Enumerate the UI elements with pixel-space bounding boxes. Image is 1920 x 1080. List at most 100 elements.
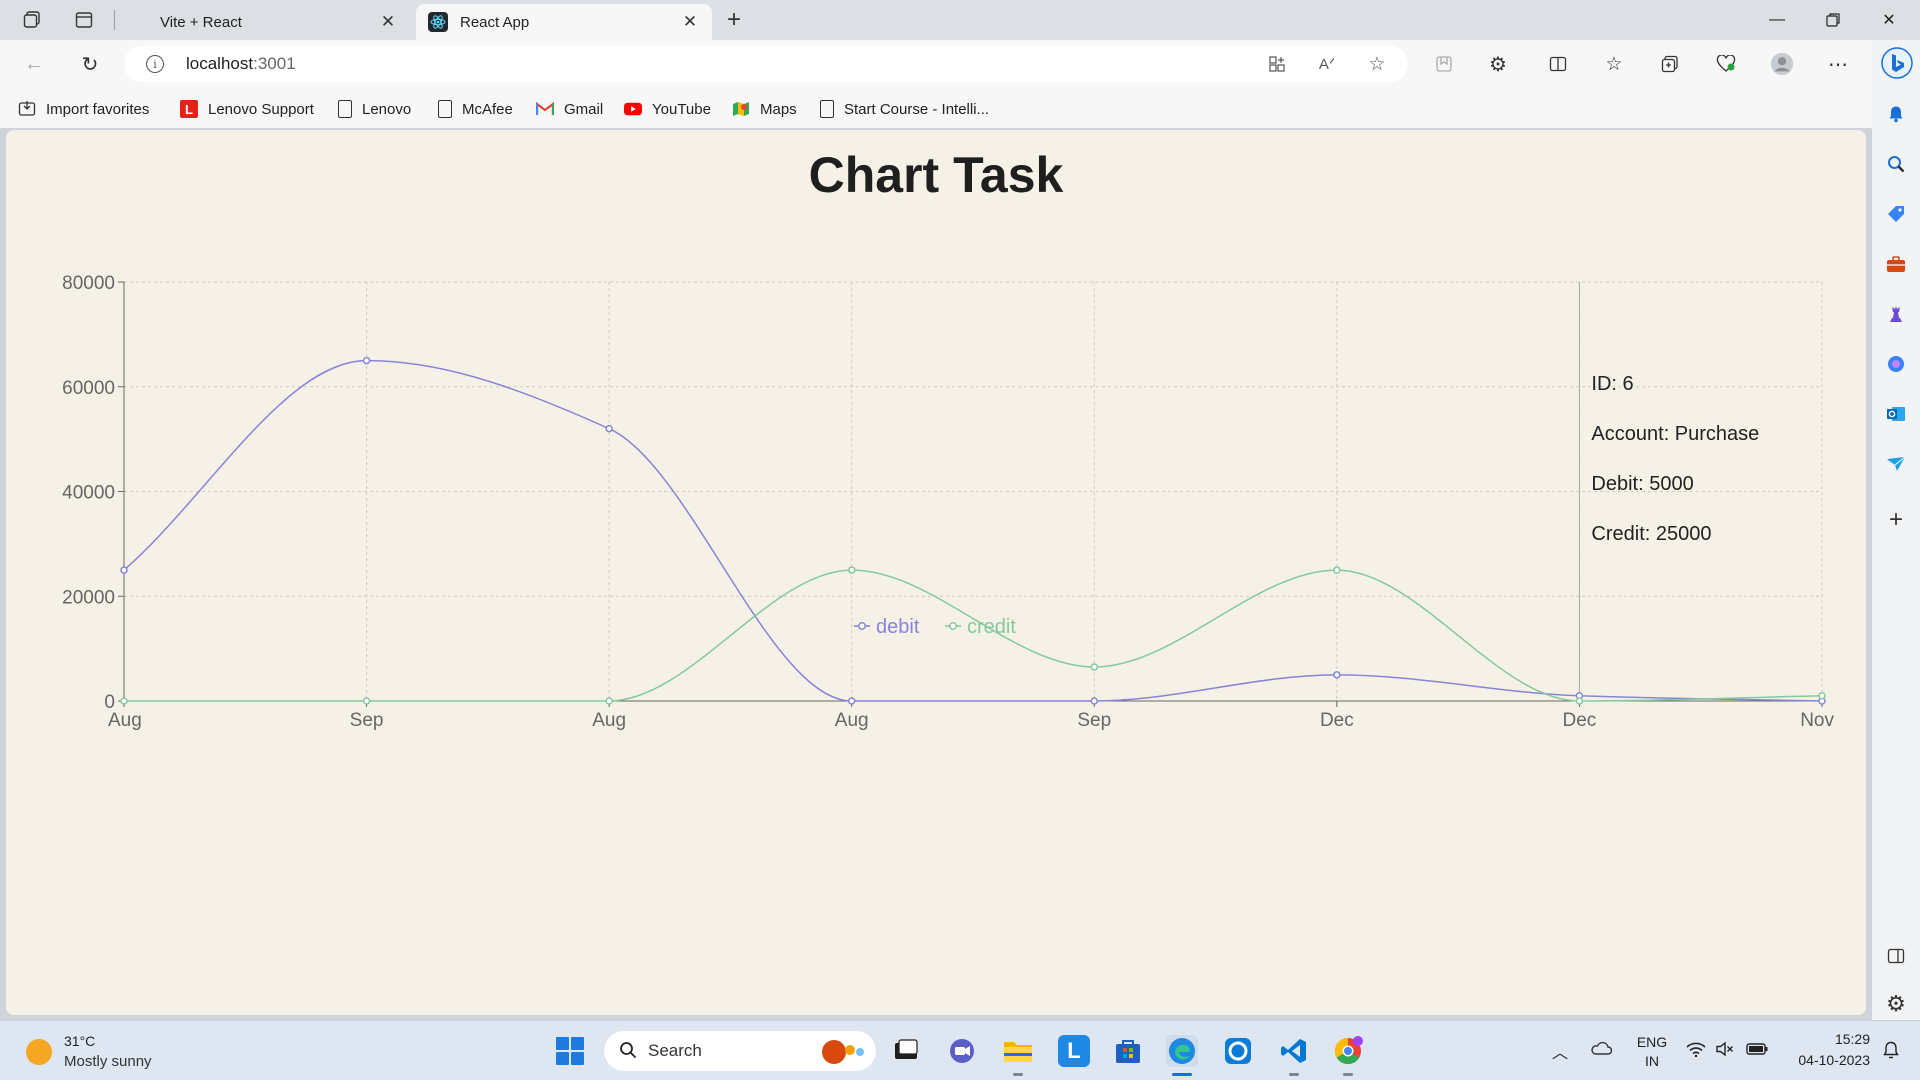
- close-window-icon[interactable]: ✕: [1866, 6, 1912, 34]
- line-chart[interactable]: 020000400006000080000Aug Sep Aug Aug Sep Dec D…: [6, 130, 1866, 1015]
- cortana-app-icon[interactable]: [1222, 1035, 1254, 1067]
- site-info-icon[interactable]: i: [146, 55, 164, 73]
- split-screen-icon[interactable]: [1546, 52, 1570, 76]
- start-button[interactable]: [556, 1037, 584, 1065]
- battery-icon[interactable]: [1746, 1042, 1768, 1058]
- data-point-debit[interactable]: [120, 566, 128, 574]
- file-explorer-icon[interactable]: [1002, 1035, 1034, 1067]
- x-tick-label: Aug: [592, 710, 626, 731]
- tab-vite-react[interactable]: Vite + React ✕: [118, 4, 410, 40]
- favorite-lenovo-support[interactable]: L Lenovo Support: [180, 98, 314, 120]
- onedrive-cloud-icon[interactable]: [1590, 1041, 1613, 1058]
- search-icon[interactable]: [1882, 150, 1910, 178]
- data-point-debit[interactable]: [1333, 671, 1341, 679]
- y-tick-label: 40000: [62, 483, 115, 504]
- legend-label-credit[interactable]: credit: [967, 616, 1016, 638]
- tab-actions-icon[interactable]: [72, 8, 96, 32]
- edge-browser-icon[interactable]: [1166, 1035, 1198, 1067]
- data-point-debit[interactable]: [847, 697, 856, 705]
- close-icon[interactable]: ✕: [680, 12, 700, 32]
- data-point-debit[interactable]: [605, 424, 613, 433]
- collections-list-icon[interactable]: [1658, 52, 1682, 76]
- data-point-credit[interactable]: [1818, 692, 1826, 700]
- tooltip-line: Debit: 5000: [1591, 473, 1693, 495]
- favorites-icon[interactable]: ☆: [1602, 52, 1626, 76]
- more-options-icon[interactable]: ⋯: [1826, 52, 1850, 76]
- favorite-mcafee[interactable]: McAfee: [438, 98, 513, 120]
- start-logo-tile: [556, 1037, 569, 1050]
- notification-bell-icon[interactable]: [1882, 1041, 1900, 1062]
- clock-date[interactable]: 04-10-2023: [1786, 1052, 1870, 1068]
- data-point-credit[interactable]: [1575, 697, 1584, 705]
- address-bar[interactable]: i localhost:3001 Aᐟ ☆: [124, 46, 1408, 82]
- react-logo-icon: [428, 12, 448, 32]
- add-sidebar-app-icon[interactable]: +: [1882, 506, 1910, 534]
- vscode-icon[interactable]: [1278, 1035, 1310, 1067]
- collections-icon[interactable]: [1432, 52, 1456, 76]
- data-point-credit[interactable]: [605, 697, 613, 705]
- document-icon: [338, 100, 352, 118]
- restore-icon[interactable]: [1810, 6, 1856, 34]
- games-chess-icon[interactable]: [1882, 300, 1910, 328]
- tab-title: React App: [460, 13, 530, 31]
- copilot-icon[interactable]: [1880, 46, 1914, 80]
- minimize-icon[interactable]: —: [1754, 6, 1800, 34]
- start-logo-tile: [571, 1052, 584, 1065]
- data-point-credit[interactable]: [1333, 566, 1341, 574]
- data-point-credit[interactable]: [120, 697, 128, 705]
- data-point-credit[interactable]: [847, 566, 856, 574]
- favorite-maps[interactable]: Maps: [732, 98, 797, 120]
- favorite-youtube[interactable]: YouTube: [624, 98, 711, 120]
- browser-essentials-icon[interactable]: [1714, 52, 1738, 76]
- hide-sidebar-icon[interactable]: [1882, 942, 1910, 970]
- app-available-icon[interactable]: [1266, 53, 1288, 75]
- refresh-icon[interactable]: ↻: [76, 50, 104, 78]
- extensions-icon[interactable]: ⚙: [1486, 52, 1510, 76]
- chrome-icon[interactable]: [1332, 1035, 1364, 1067]
- gmail-icon: [536, 100, 554, 118]
- data-point-credit[interactable]: [1090, 663, 1099, 671]
- tooltip-line: Account: Purchase: [1591, 423, 1759, 445]
- favorite-start-course[interactable]: Start Course - Intelli...: [820, 98, 989, 120]
- wifi-icon[interactable]: [1686, 1041, 1706, 1060]
- weather-temperature[interactable]: 31°C: [64, 1033, 95, 1049]
- profile-avatar[interactable]: [1770, 52, 1794, 76]
- data-point-credit[interactable]: [362, 697, 371, 705]
- language-indicator[interactable]: ENG IN: [1636, 1033, 1668, 1071]
- clock-time[interactable]: 15:29: [1820, 1031, 1870, 1047]
- series-line-debit: [123, 359, 1823, 702]
- data-point-debit[interactable]: [362, 356, 371, 365]
- outlook-icon[interactable]: [1882, 400, 1910, 428]
- task-view-icon[interactable]: [890, 1035, 922, 1067]
- workspaces-icon[interactable]: [20, 8, 44, 32]
- tools-briefcase-icon[interactable]: [1882, 250, 1910, 278]
- taskbar-search[interactable]: Search: [604, 1031, 876, 1071]
- close-icon[interactable]: ✕: [378, 12, 398, 32]
- favorite-lenovo[interactable]: Lenovo: [338, 98, 411, 120]
- back-arrow-icon[interactable]: ←: [20, 50, 48, 78]
- weather-sun-icon[interactable]: [26, 1039, 52, 1065]
- data-point-debit[interactable]: [1090, 697, 1099, 705]
- read-aloud-icon[interactable]: Aᐟ: [1316, 53, 1338, 75]
- favorite-gmail[interactable]: Gmail: [536, 98, 603, 120]
- microsoft-store-icon[interactable]: [1112, 1035, 1144, 1067]
- url-text[interactable]: localhost:3001: [186, 54, 296, 74]
- favorite-import-favorites[interactable]: Import favorites: [18, 98, 149, 120]
- tab-react-app[interactable]: React App ✕: [416, 4, 712, 40]
- favorite-star-icon[interactable]: ☆: [1366, 53, 1388, 75]
- show-hidden-icons-chevron-icon[interactable]: ︿: [1552, 1039, 1568, 1063]
- microsoft-365-icon[interactable]: [1882, 350, 1910, 378]
- new-tab-icon[interactable]: +: [722, 6, 746, 33]
- language-code: ENG: [1636, 1034, 1668, 1050]
- drop-send-icon[interactable]: [1882, 450, 1910, 478]
- search-label: Search: [648, 1041, 702, 1060]
- volume-muted-icon[interactable]: [1716, 1041, 1734, 1060]
- sidebar-settings-gear-icon[interactable]: ⚙: [1882, 990, 1910, 1018]
- legend-label-debit[interactable]: debit: [876, 616, 920, 638]
- notifications-bell-icon[interactable]: [1882, 100, 1910, 128]
- teams-meet-icon[interactable]: [946, 1035, 978, 1067]
- shopping-tag-icon[interactable]: [1882, 200, 1910, 228]
- weather-description[interactable]: Mostly sunny: [64, 1053, 152, 1070]
- lenovo-vantage-icon[interactable]: L: [1058, 1035, 1090, 1067]
- favorites-bar: Import favorites L Lenovo Support Lenovo…: [0, 88, 1880, 128]
